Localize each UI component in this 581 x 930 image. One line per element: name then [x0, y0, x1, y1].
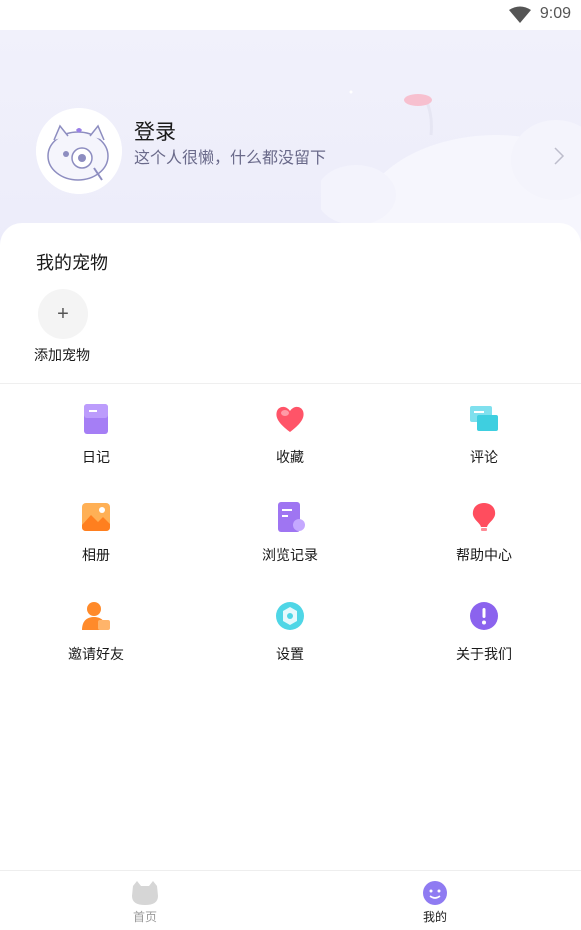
menu-item-album[interactable]: 相册 — [26, 501, 166, 581]
menu-item-favorites[interactable]: 收藏 — [220, 403, 360, 483]
album-icon — [82, 503, 110, 531]
tab-label-home: 首页 — [132, 910, 157, 924]
tab-label-mine: 我的 — [422, 910, 447, 924]
menu-label: 评论 — [470, 450, 498, 466]
menu-item-history[interactable]: 浏览记录 — [220, 501, 360, 581]
menu-label: 浏览记录 — [262, 548, 318, 564]
menu-item-about-us[interactable]: 关于我们 — [414, 600, 554, 680]
section-title-my-pets: 我的宠物 — [36, 253, 108, 274]
menu-item-help-center[interactable]: 帮助中心 — [414, 501, 554, 581]
status-time: 9:09 — [539, 5, 571, 22]
add-pet-label[interactable]: 添加宠物 — [34, 345, 90, 365]
menu-item-settings[interactable]: 设置 — [220, 600, 360, 680]
wifi-icon — [509, 6, 531, 23]
menu-label: 关于我们 — [456, 647, 512, 663]
login-title[interactable]: 登录 — [134, 116, 176, 146]
menu-label: 设置 — [276, 647, 304, 663]
smiley-icon — [423, 881, 447, 905]
plus-icon: + — [57, 302, 69, 325]
invite-icon — [82, 602, 110, 630]
status-bar: 9:09 — [0, 0, 581, 30]
menu-item-invite-friends[interactable]: 邀请好友 — [26, 600, 166, 680]
history-icon — [278, 502, 305, 532]
menu-item-diary[interactable]: 日记 — [26, 403, 166, 483]
divider — [0, 383, 581, 384]
cat-head-icon — [132, 881, 158, 905]
bottom-tab-bar: 首页 我的 — [0, 870, 581, 930]
content-sheet: 我的宠物 + 添加宠物 日记 收藏 评论 相册 浏览记录 帮助中心 邀请好友 设… — [0, 223, 581, 870]
menu-label: 相册 — [82, 548, 110, 564]
help-icon — [472, 503, 496, 531]
chevron-right-icon[interactable] — [553, 146, 565, 166]
profile-subtitle: 这个人很懒，什么都没留下 — [134, 148, 327, 167]
add-pet-button[interactable]: + — [38, 289, 88, 339]
menu-item-comments[interactable]: 评论 — [414, 403, 554, 483]
avatar[interactable] — [36, 108, 122, 194]
comment-icon — [470, 406, 498, 431]
tab-mine[interactable]: 我的 — [385, 871, 485, 930]
diary-icon — [84, 404, 108, 434]
menu-label: 帮助中心 — [456, 548, 512, 564]
menu-label: 邀请好友 — [68, 647, 124, 663]
about-icon — [470, 602, 498, 630]
heart-icon — [276, 406, 304, 432]
menu-label: 收藏 — [276, 450, 304, 466]
cat-avatar-icon — [36, 108, 122, 194]
settings-icon — [276, 602, 304, 630]
menu-label: 日记 — [82, 450, 110, 466]
tab-home[interactable]: 首页 — [95, 871, 195, 930]
